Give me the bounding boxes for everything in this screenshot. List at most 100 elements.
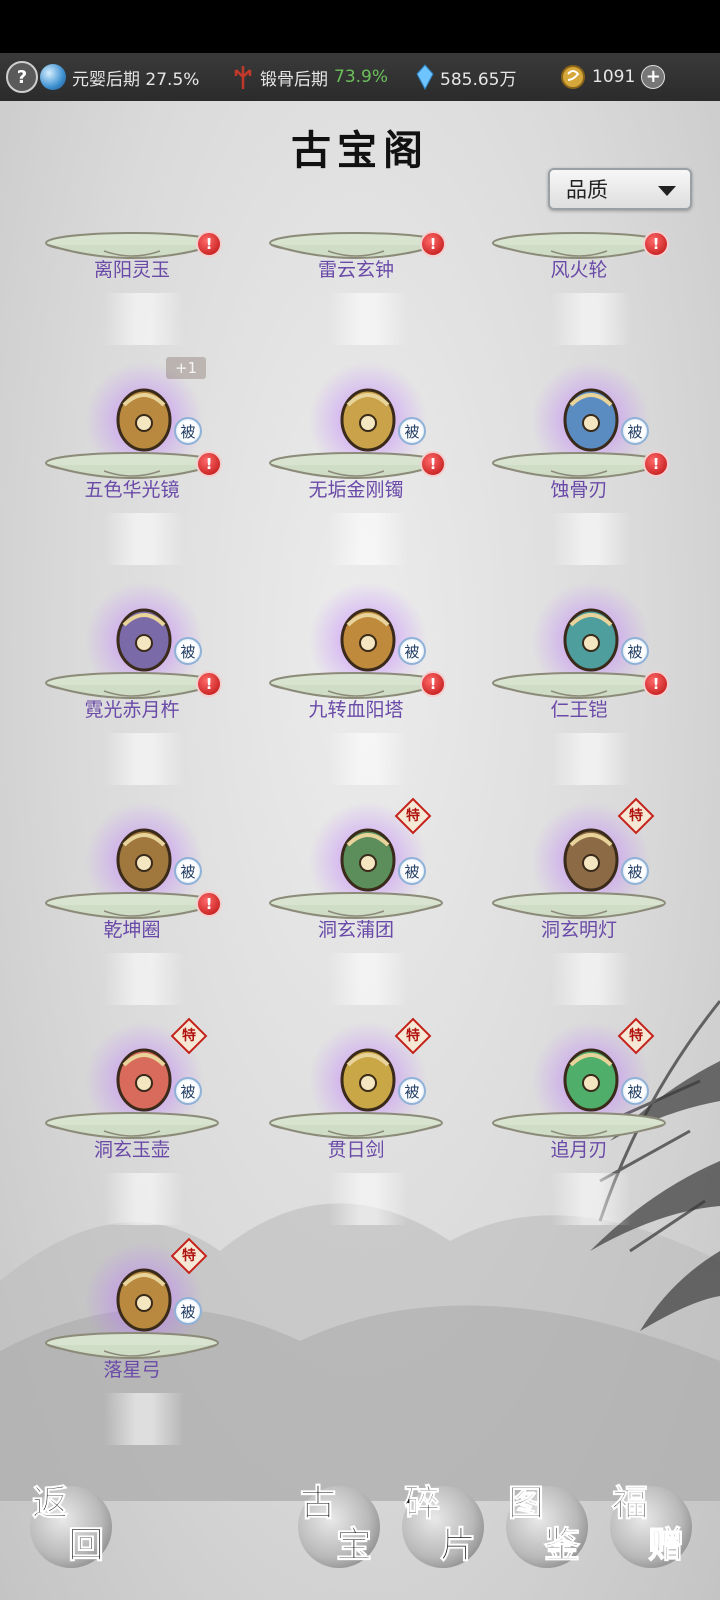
treasure-slot[interactable]: 洞玄蒲团 被 特 [268, 785, 468, 1005]
body-realm-percent: 73.9% [334, 67, 389, 87]
passive-badge: 被 [621, 857, 649, 885]
stone-pillar [551, 293, 631, 345]
stone-pillar [551, 1173, 631, 1225]
stone-pillar [551, 953, 631, 1005]
treasure-artifact-icon [116, 608, 172, 672]
passive-badge: 被 [621, 637, 649, 665]
alert-badge-icon: ! [420, 451, 446, 477]
passive-badge: 被 [398, 417, 426, 445]
treasure-name: 洞玄玉壶 [93, 1139, 170, 1161]
special-badge-label: 特 [182, 1028, 196, 1044]
stone-pillar [104, 1393, 184, 1445]
treasure-name: 乾坤圈 [103, 919, 161, 941]
spirit-stone-icon [416, 64, 434, 90]
alert-badge-icon: ! [196, 231, 222, 257]
treasure-slot[interactable]: 洞玄玉壶 被 特 [44, 1005, 244, 1225]
stone-pillar [328, 953, 408, 1005]
stone-pillar [104, 293, 184, 345]
passive-badge: 被 [174, 637, 202, 665]
alert-badge-icon: ! [420, 231, 446, 257]
gift-tab[interactable]: 福 赠 [610, 1482, 692, 1568]
treasure-slot[interactable]: 五色华光镜! 被 +1 [44, 345, 244, 565]
treasure-artifact-icon [340, 608, 396, 672]
gold-coin-icon [561, 65, 585, 89]
stone-pillar [104, 733, 184, 785]
alert-badge-icon: ! [196, 891, 222, 917]
treasure-tab[interactable]: 古 宝 [298, 1482, 380, 1568]
stone-pillar [104, 953, 184, 1005]
treasure-artifact-icon [563, 608, 619, 672]
body-realm-status: 锻骨后期 73.9% [232, 64, 388, 90]
resource-bar: ? 元婴后期 27.5% 锻骨后期 73.9% 585.65万 1091 + [0, 53, 720, 101]
spirit-stone-value: 585.65万 [440, 69, 517, 90]
alert-badge-icon: ! [643, 451, 669, 477]
treasure-name: 五色华光镜 [84, 479, 180, 501]
cultivation-status: 元婴后期 27.5% [40, 64, 199, 90]
back-button[interactable]: 返 回 [30, 1482, 112, 1568]
stone-pillar [104, 1173, 184, 1225]
passive-badge: 被 [621, 1077, 649, 1105]
treasure-slot[interactable]: 贯日剑 被 特 [268, 1005, 468, 1225]
cultivation-text: 元婴后期 27.5% [72, 69, 200, 90]
stone-pillar [551, 733, 631, 785]
treasure-slot[interactable]: 洞玄明灯 被 特 [491, 785, 691, 1005]
treasure-name: 蚀骨刃 [550, 479, 608, 501]
treasure-name: 洞玄明灯 [540, 919, 617, 941]
treasure-artifact-icon [116, 828, 172, 892]
treasure-slot[interactable]: 追月刃 被 特 [491, 1005, 691, 1225]
passive-badge: 被 [174, 857, 202, 885]
fragments-tab[interactable]: 碎 片 [402, 1482, 484, 1568]
passive-badge: 被 [398, 1077, 426, 1105]
catalog-tab[interactable]: 图 鉴 [506, 1482, 588, 1568]
stone-pillar [104, 513, 184, 565]
treasure-name: 贯日剑 [327, 1139, 385, 1161]
treasure-slot[interactable]: 离阳灵玉! [44, 125, 244, 345]
passive-badge: 被 [174, 1077, 202, 1105]
system-status-bar [0, 0, 720, 53]
passive-badge: 被 [398, 857, 426, 885]
treasure-artifact-icon [340, 388, 396, 452]
enhance-level-badge: +1 [166, 357, 206, 379]
currency-value: 1091 [592, 67, 636, 87]
alert-badge-icon: ! [643, 231, 669, 257]
treasure-name: 风火轮 [550, 259, 608, 281]
special-badge-label: 特 [406, 1028, 420, 1044]
treasure-slot[interactable]: 霓光赤月杵! 被 [44, 565, 244, 785]
treasure-name: 落星弓 [103, 1359, 161, 1381]
treasure-slot[interactable]: 雷云玄钟! [268, 125, 468, 345]
stone-pillar [328, 513, 408, 565]
trident-icon [234, 66, 252, 89]
passive-badge: 被 [621, 417, 649, 445]
passive-badge: 被 [174, 1297, 202, 1325]
treasure-name: 无垢金刚镯 [308, 479, 404, 501]
passive-badge: 被 [174, 417, 202, 445]
treasure-slot[interactable]: 落星弓 被 特 [44, 1225, 244, 1445]
treasure-slot[interactable]: 乾坤圈! 被 [44, 785, 244, 1005]
alert-badge-icon: ! [196, 451, 222, 477]
special-badge-label: 特 [629, 808, 643, 824]
treasure-name: 雷云玄钟 [317, 259, 394, 281]
treasure-name: 洞玄蒲团 [317, 919, 394, 941]
help-button[interactable]: ? [6, 61, 38, 93]
treasure-name: 九转血阳塔 [308, 699, 404, 721]
treasure-slot[interactable]: 仁王铠! 被 [491, 565, 691, 785]
treasure-artifact-icon [563, 388, 619, 452]
treasure-slot[interactable]: 九转血阳塔! 被 [268, 565, 468, 785]
yin-yang-orb-icon [40, 64, 66, 90]
treasure-slot[interactable]: 无垢金刚镯! 被 [268, 345, 468, 565]
spirit-stone-counter: 585.65万 [416, 64, 516, 90]
treasure-slot[interactable]: 蚀骨刃! 被 [491, 345, 691, 565]
treasure-name: 追月刃 [550, 1139, 608, 1161]
treasure-name: 离阳灵玉 [93, 259, 170, 281]
special-badge-label: 特 [182, 1248, 196, 1264]
stone-pillar [328, 293, 408, 345]
currency-counter: 1091 + [560, 64, 666, 90]
treasure-name: 仁王铠 [550, 699, 608, 721]
treasure-slot[interactable]: 风火轮! [491, 125, 691, 345]
help-icon[interactable]: ? [6, 61, 38, 93]
special-badge-label: 特 [406, 808, 420, 824]
alert-badge-icon: ! [420, 671, 446, 697]
add-currency-button[interactable]: + [641, 65, 666, 89]
body-realm-text: 锻骨后期 [260, 69, 328, 90]
passive-badge: 被 [398, 637, 426, 665]
